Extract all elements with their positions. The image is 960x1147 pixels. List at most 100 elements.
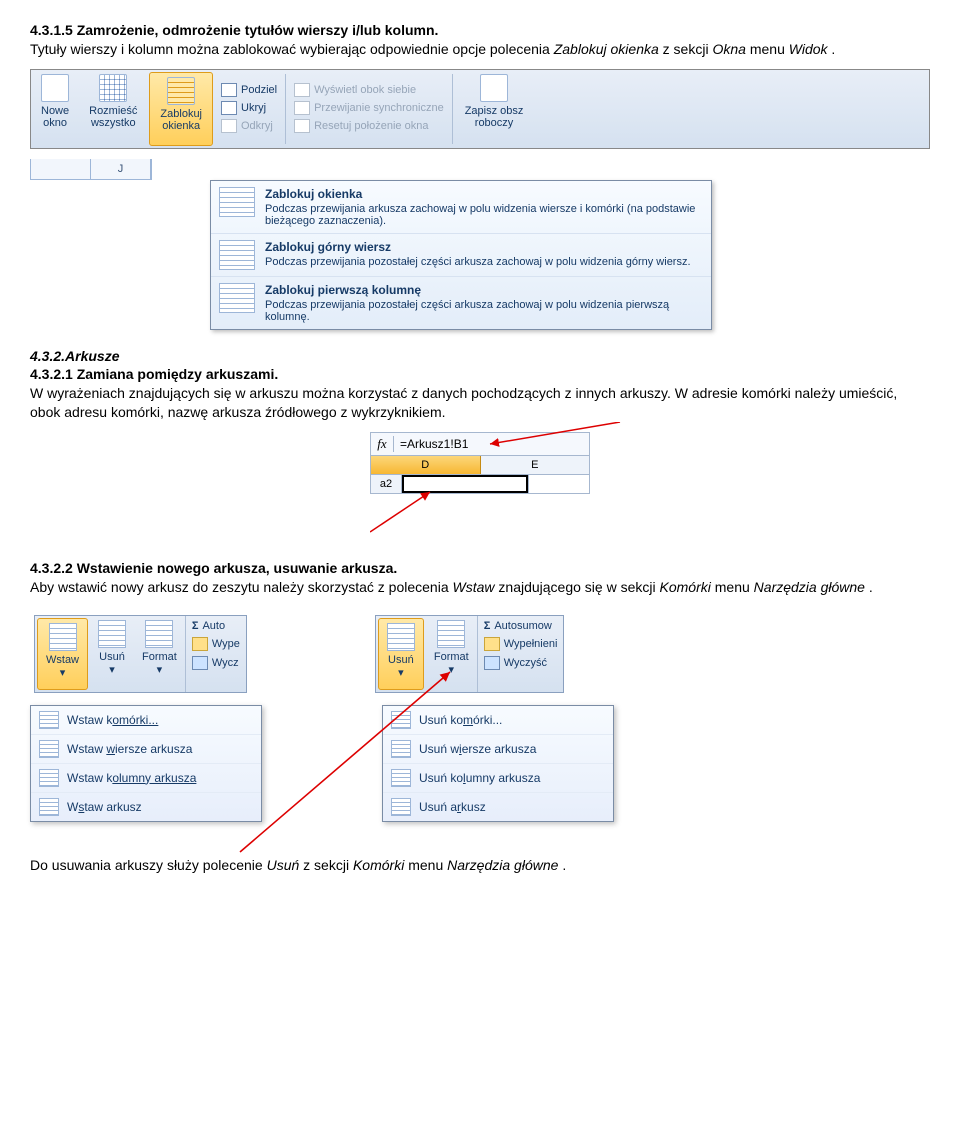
label: Usuń [388,654,414,666]
delete-button-hl[interactable]: Usuń▾ [378,618,424,690]
txt: . [831,41,835,57]
txt: Tytuły wierszy i kolumn można zablokować… [30,41,554,57]
clear-icon [192,656,208,670]
txt: menu [408,857,447,873]
ribbon-view-window-group: Nowe okno Rozmieść wszystko Zablokuj oki… [30,69,930,149]
label: Autosumow [494,620,551,632]
freeze-panes-button[interactable]: Zablokuj okienka [149,72,213,146]
chevron-down-icon: ▾ [449,663,455,676]
unhide-button[interactable]: Odkryj [221,119,277,133]
insert-icon [49,623,77,651]
fx-label[interactable]: fx [371,436,394,452]
insert-cols[interactable]: Wstaw kolumny arkusza [31,764,261,793]
fill-btn[interactable]: Wype [192,637,240,651]
selected-cell[interactable] [402,475,528,493]
freeze-panes-item-icon [219,187,255,217]
txt: Zablokuj okienka Podczas przewijania ark… [265,187,703,227]
label: Ukryj [241,102,266,114]
sync-scroll-button[interactable]: Przewijanie synchroniczne [294,101,444,115]
unhide-icon [221,119,237,133]
clear-btn[interactable]: Wycz [192,656,240,670]
save-workspace-button[interactable]: Zapisz obsz roboczy [455,70,534,146]
fill-btn[interactable]: Wypełnieni [484,637,558,651]
autosum-btn[interactable]: ΣAutosumow [484,620,558,632]
chevron-down-icon: ▾ [60,666,66,679]
save-workspace-icon [480,74,508,102]
side-by-side-button[interactable]: Wyświetl obok siebie [294,83,444,97]
cell-e[interactable] [528,475,589,493]
insert-cells[interactable]: Wstaw komórki... [31,706,261,735]
format-button[interactable]: Format▾ [134,616,185,690]
hide-button[interactable]: Ukryj [221,101,277,115]
freeze-panes-icon [167,77,195,105]
em: Usuń [267,857,300,873]
delete-cols[interactable]: Usuń kolumny arkusza [383,764,613,793]
cells-group-insert-hl: Wstaw▾ Usuń▾ Format▾ ΣAuto Wype Wycz [34,615,247,693]
label: Rozmieść [89,105,137,117]
label: Zablokuj [160,108,202,120]
chevron-down-icon: ▾ [398,666,404,679]
label: wszystko [91,117,136,129]
title: Zablokuj górny wiersz [265,240,691,254]
delete-rows[interactable]: Usuń wiersze arkusza [383,735,613,764]
autosum-btn[interactable]: ΣAuto [192,620,240,632]
freeze-panes-item[interactable]: Zablokuj okienka Podczas przewijania ark… [211,181,711,234]
editing-side: ΣAutosumow Wypełnieni Wyczyść [477,616,564,692]
label: Odkryj [241,120,273,132]
heading-4315: 4.3.1.5 Zamrożenie, odmrożenie tytułów w… [30,22,930,38]
delete-cells-icon [391,711,411,729]
txt: menu [750,41,789,57]
label: Nowe [41,105,69,117]
delete-cells[interactable]: Usuń komórki... [383,706,613,735]
separator [285,74,286,144]
label: Zapisz obsz [465,105,524,117]
para-4321: W wyrażeniach znajdujących się w arkuszu… [30,384,930,422]
em: Komórki [353,857,404,873]
freeze-first-col-item[interactable]: Zablokuj pierwszą kolumnę Podczas przewi… [211,277,711,329]
formula-bar: fx =Arkusz1!B1 [370,432,590,456]
reset-pos-icon [294,119,310,133]
formula-text[interactable]: =Arkusz1!B1 [394,437,474,451]
em: Wstaw [453,579,495,595]
fill-icon [484,637,500,651]
label: Podziel [241,84,277,96]
footer-para: Do usuwania arkuszy służy polecenie Usuń… [30,856,930,875]
arrange-all-button[interactable]: Rozmieść wszystko [79,70,147,146]
row-a2: a2 [370,475,590,494]
col-hdr-blank [31,159,91,179]
col-D[interactable]: D [371,456,481,474]
clear-btn[interactable]: Wyczyść [484,656,558,670]
label: Przewijanie synchroniczne [314,102,444,114]
format-button[interactable]: Format▾ [426,616,477,690]
delete-button[interactable]: Usuń▾ [90,616,134,690]
label: Format [142,651,177,663]
insert-rows[interactable]: Wstaw wiersze arkusza [31,735,261,764]
reset-window-pos-button[interactable]: Resetuj położenie okna [294,119,444,133]
col-E[interactable]: E [481,456,590,474]
row-label[interactable]: a2 [371,475,402,493]
txt: Zablokuj górny wiersz Podczas przewijani… [265,240,691,268]
col-hdr-J[interactable]: J [91,159,151,179]
freeze-top-row-item[interactable]: Zablokuj górny wiersz Podczas przewijani… [211,234,711,277]
heading-432: 4.3.2.Arkusze [30,348,930,364]
new-window-button[interactable]: Nowe okno [31,70,79,146]
format-icon [145,620,173,648]
title: Zablokuj pierwszą kolumnę [265,283,703,297]
hide-icon [221,101,237,115]
delete-sheet-icon [391,798,411,816]
window-split-col: Podziel Ukryj Odkryj [215,70,283,146]
label: Auto [202,620,225,632]
arrange-all-icon [99,74,127,102]
split-button[interactable]: Podziel [221,83,277,97]
txt: menu [715,579,754,595]
insert-sheet[interactable]: Wstaw arkusz [31,793,261,821]
delete-dropdown-menu: Usuń komórki... Usuń wiersze arkusza Usu… [382,705,614,822]
label: Resetuj położenie okna [314,120,428,132]
txt: z sekcji [663,41,713,57]
delete-sheet[interactable]: Usuń arkusz [383,793,613,821]
chevron-down-icon: ▾ [157,663,163,676]
em: Narzędzia główne [754,579,865,595]
insert-button[interactable]: Wstaw▾ [37,618,88,690]
txt: Aby wstawić nowy arkusz do zeszytu należ… [30,579,453,595]
label: Format [434,651,469,663]
